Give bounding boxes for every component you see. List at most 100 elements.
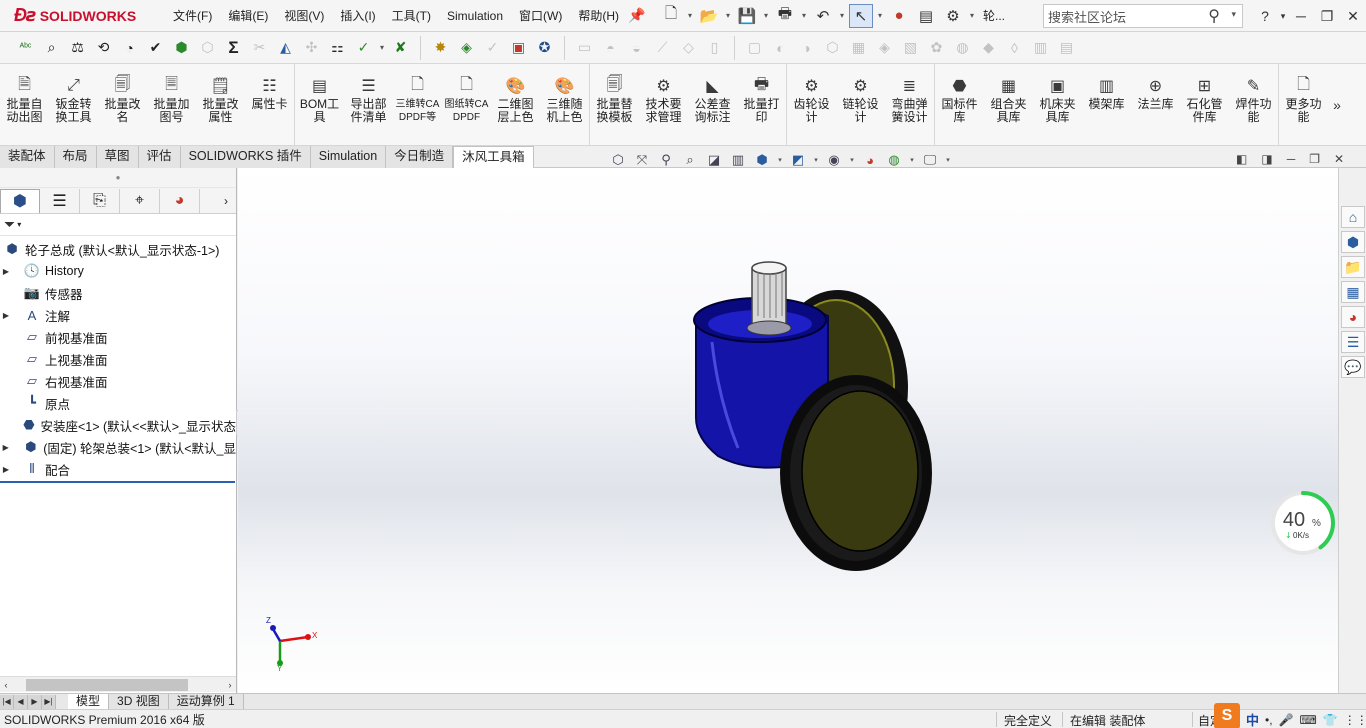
measure-icon[interactable]: ⌕ xyxy=(40,36,63,59)
ime-language-toggle[interactable]: 中 xyxy=(1246,710,1259,728)
next-tab-icon[interactable]: ▶ xyxy=(28,694,42,709)
check-active-document-icon[interactable]: ✪ xyxy=(533,36,556,59)
filter-dropdown-icon[interactable]: ▾ xyxy=(17,220,21,229)
expand-more-chevron-icon[interactable]: » xyxy=(1328,64,1346,145)
display-manager-tab-icon[interactable]: ◕ xyxy=(160,188,200,213)
expand-arrow-icon[interactable]: ▶ xyxy=(0,267,12,276)
batch-rename-button[interactable]: 🗐 批量改名 xyxy=(98,64,147,146)
solidworks-forum-icon[interactable]: 💬 xyxy=(1341,356,1365,378)
hole-alignment-icon[interactable]: ✓ xyxy=(481,36,504,59)
dynamic-annotation-icon[interactable]: ▥ xyxy=(728,150,748,170)
zoom-to-fit-icon[interactable]: ⤧ xyxy=(632,150,652,170)
tree-filter[interactable]: ⏷ ▾ xyxy=(0,214,236,236)
section-properties-icon[interactable]: ⟲ xyxy=(92,36,115,59)
parting-analysis-icon[interactable]: ⚏ xyxy=(326,36,349,59)
tab-3d-view[interactable]: 3D 视图 xyxy=(109,693,169,710)
hide-show-dropdown-icon[interactable]: ▾ xyxy=(848,150,856,170)
undercut-icon[interactable]: ✣ xyxy=(300,36,323,59)
tree-item[interactable]: ▶ ⦀ 配合 xyxy=(0,458,236,480)
propertymanager-tab-icon[interactable]: ☰ xyxy=(40,188,80,213)
geometry-analysis-icon[interactable]: ⬢ xyxy=(170,36,193,59)
excel-export-icon[interactable]: ✘ xyxy=(389,36,412,59)
search-icon[interactable]: ⚲ xyxy=(1208,6,1220,26)
tree-item[interactable]: ▶ A 注解 xyxy=(0,304,236,326)
search-dropdown-icon[interactable]: ▾ xyxy=(1231,9,1236,20)
open-dropdown-icon[interactable]: ▾ xyxy=(724,11,732,20)
undo-dropdown-icon[interactable]: ▾ xyxy=(838,11,846,20)
pipe-fitting-button[interactable]: ⊞ 石化管件库 xyxy=(1180,64,1229,146)
compare-documents-icon[interactable]: ▣ xyxy=(507,36,530,59)
tree-root[interactable]: ⬢ 轮子总成 (默认<默认_显示状态-1>) xyxy=(0,238,236,260)
rebuild-traffic-light-icon[interactable]: ● xyxy=(887,4,911,28)
draft-analysis-icon[interactable]: ◭ xyxy=(274,36,297,59)
graphics-area[interactable]: X Y Z 40 % ↓ 0K/s xyxy=(238,168,1338,693)
solidworks-resources-home-icon[interactable]: ⌂ xyxy=(1341,206,1365,228)
standard-parts-button[interactable]: ⬣ 国标件库 xyxy=(935,64,984,146)
drawing-to-cadpdf-button[interactable]: 🗋 图纸转CADPDF xyxy=(442,64,491,146)
previous-view-icon[interactable]: ⬡ xyxy=(608,150,628,170)
property-card-button[interactable]: ☷ 属性卡 xyxy=(245,64,294,146)
check-icon[interactable]: ✔ xyxy=(144,36,167,59)
tree-item[interactable]: ▱ 前视基准面 xyxy=(0,326,236,348)
tree-item[interactable]: ▶ 🕓 History xyxy=(0,260,236,282)
tree-rollback-bar[interactable] xyxy=(0,481,235,483)
tab-solidworks-addins[interactable]: SOLIDWORKS 插件 xyxy=(180,146,311,168)
fixture-lib-button[interactable]: ▦ 组合夹具库 xyxy=(984,64,1033,146)
design-library-icon[interactable]: ⬢ xyxy=(1341,231,1365,253)
appearances-scenes-icon[interactable]: ◕ xyxy=(1341,306,1365,328)
options-dropdown-icon[interactable]: ▾ xyxy=(968,11,976,20)
close-window-icon[interactable]: ✕ xyxy=(1340,8,1366,25)
caster-wheel-model[interactable] xyxy=(678,258,958,591)
viewport-minimize-icon[interactable]: ─ xyxy=(1287,152,1296,166)
export-parts-button[interactable]: ☰ 导出部件清单 xyxy=(344,64,393,146)
gear-design-button[interactable]: ⚙ 齿轮设计 xyxy=(787,64,836,146)
equations-sigma-icon[interactable]: Σ xyxy=(222,36,245,59)
clearance-verification-icon[interactable]: ◈ xyxy=(455,36,478,59)
tree-item[interactable]: 📷 传感器 xyxy=(0,282,236,304)
filter-funnel-icon[interactable]: ⏷ xyxy=(4,216,15,233)
save-dropdown-icon[interactable]: ▾ xyxy=(762,11,770,20)
new-dropdown-icon[interactable]: ▾ xyxy=(686,11,694,20)
batch-number-button[interactable]: 🗏 批量加图号 xyxy=(147,64,196,146)
horizontal-scrollbar[interactable]: ‹ › xyxy=(0,676,236,692)
hide-show-items-icon[interactable]: ◉ xyxy=(824,150,844,170)
viewport-tile-left-icon[interactable]: ◧ xyxy=(1236,152,1247,166)
layer-color-button[interactable]: 🎨 二维图层上色 xyxy=(491,64,540,146)
batch-property-button[interactable]: 🗒 批量改属性 xyxy=(196,64,245,146)
tab-model[interactable]: 模型 xyxy=(68,693,110,710)
batch-drawing-button[interactable]: 🗎 批量自动出图 xyxy=(0,64,49,146)
file-properties-icon[interactable]: ▤ xyxy=(914,4,938,28)
new-document-icon[interactable]: 🗋 xyxy=(659,4,683,28)
file-explorer-icon[interactable]: 📁 xyxy=(1341,256,1365,278)
deviation-analysis-icon[interactable]: ✂ xyxy=(248,36,271,59)
3d-to-cadpdf-button[interactable]: 🗋 三维转CADPDF等 xyxy=(393,64,442,146)
scroll-left-icon[interactable]: ‹ xyxy=(0,680,12,690)
options-gear-icon[interactable]: ⚙ xyxy=(941,4,965,28)
view-settings-monitor-icon[interactable]: 🖵 xyxy=(920,150,940,170)
menu-insert[interactable]: 插入(I) xyxy=(332,0,383,32)
tech-req-button[interactable]: ⚙ 技术要求管理 xyxy=(639,64,688,146)
tab-sketch[interactable]: 草图 xyxy=(96,146,139,168)
tab-today-manufacturing[interactable]: 今日制造 xyxy=(386,146,454,168)
tree-item[interactable]: ▱ 上视基准面 xyxy=(0,348,236,370)
custom-properties-icon[interactable]: ☰ xyxy=(1341,331,1365,353)
tree-item[interactable]: ▱ 右视基准面 xyxy=(0,370,236,392)
tree-item[interactable]: ⬣ 安装座<1> (默认<<默认>_显示状态 xyxy=(0,414,236,436)
spring-design-button[interactable]: ≣ 弯曲弹簧设计 xyxy=(885,64,934,146)
solidworks-logo[interactable]: Ɖꙅ SOLIDWORKS xyxy=(0,0,165,32)
bom-tool-button[interactable]: ▤ BOM工具 xyxy=(295,64,344,146)
configurationmanager-tab-icon[interactable]: ⎘ xyxy=(80,188,120,213)
tab-motion-study-1[interactable]: 运动算例 1 xyxy=(168,693,244,710)
scroll-right-icon[interactable]: › xyxy=(224,680,236,690)
zebra-stripes-icon[interactable]: ✓ xyxy=(352,36,375,59)
ime-microphone-icon[interactable]: 🎤 xyxy=(1279,713,1294,727)
view-settings-dropdown-icon[interactable]: ▾ xyxy=(944,150,952,170)
print-icon[interactable]: 🖶 xyxy=(773,4,797,28)
interference-detection-icon[interactable]: ✸ xyxy=(429,36,452,59)
section-view-icon[interactable]: ◪ xyxy=(704,150,724,170)
view-orientation-dropdown-icon[interactable]: ▾ xyxy=(776,150,784,170)
display-style-icon[interactable]: ◩ xyxy=(788,150,808,170)
more-tabs-arrow-icon[interactable]: › xyxy=(216,194,236,208)
viewport-close-icon[interactable]: ✕ xyxy=(1334,152,1344,166)
ime-skin-icon[interactable]: 👕 xyxy=(1323,713,1338,727)
